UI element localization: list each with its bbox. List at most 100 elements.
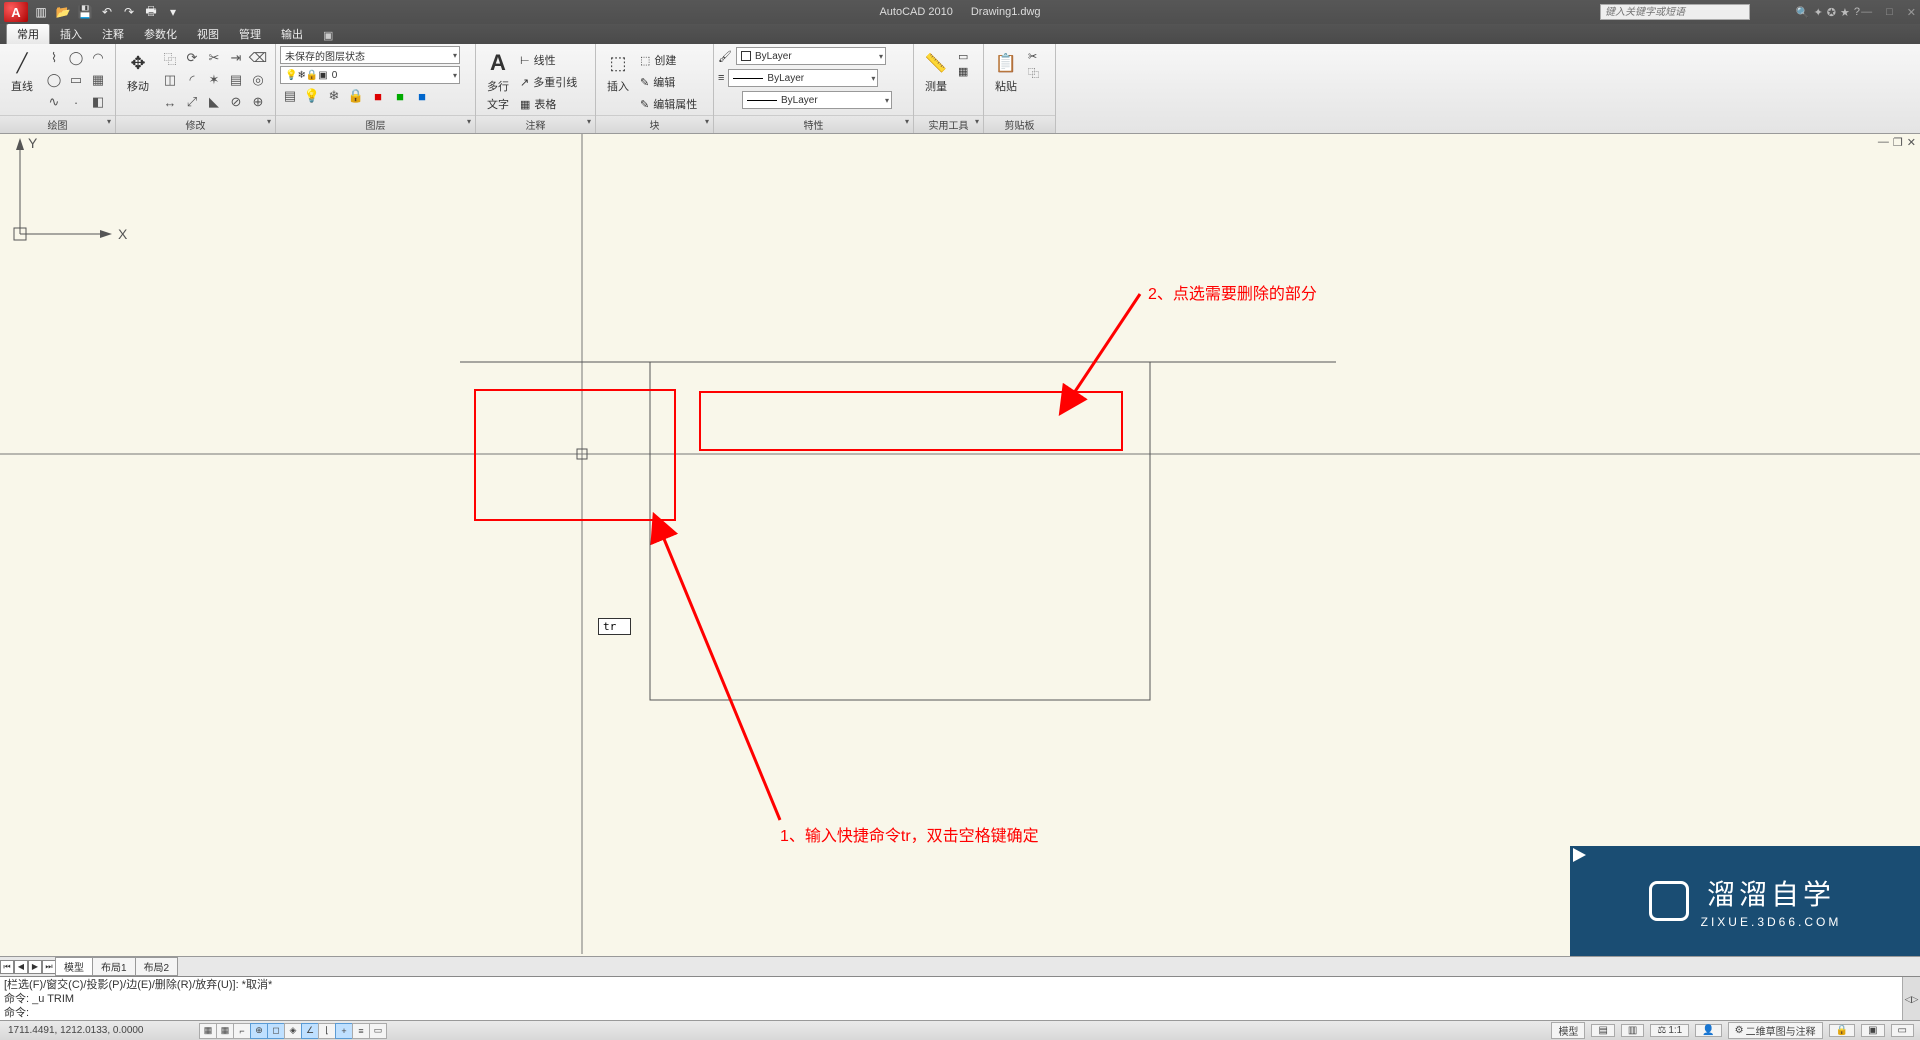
list-icon[interactable]: ≡ (718, 72, 724, 84)
mleader-button[interactable]: ↗多重引线 (520, 72, 577, 92)
search-input[interactable] (1600, 4, 1750, 20)
paste-button[interactable]: 📋 粘贴 (988, 46, 1024, 94)
close-button[interactable]: ✕ (1907, 6, 1916, 19)
subscription-icon[interactable]: ✪ (1827, 6, 1836, 19)
maximize-button[interactable]: □ (1886, 6, 1893, 19)
join-icon[interactable]: ⊕ (248, 92, 268, 112)
mirror-icon[interactable]: ◫ (160, 70, 180, 90)
favorites-icon[interactable]: ★ (1840, 6, 1850, 19)
layer-match-icon[interactable]: ■ (412, 86, 432, 106)
ducs-toggle[interactable]: ⌊ (318, 1023, 336, 1039)
layer-current-combo[interactable]: 💡❄🔒▣ 0 (280, 66, 460, 84)
clean-screen-icon[interactable]: ▭ (1891, 1024, 1914, 1037)
quickview-drawings-icon[interactable]: ▥ (1621, 1024, 1644, 1037)
copy-icon[interactable]: ⿻ (160, 48, 180, 68)
circle-icon[interactable]: ◯ (66, 48, 86, 68)
move-button[interactable]: ✥ 移动 (120, 46, 156, 94)
layer-props-icon[interactable]: ▤ (280, 86, 300, 106)
workspace-switch[interactable]: ⚙ 二维草图与注释 (1728, 1022, 1823, 1039)
save-icon[interactable]: 💾 (76, 3, 94, 21)
3dosnap-toggle[interactable]: ◈ (284, 1023, 302, 1039)
expand-icon[interactable]: ▾ (467, 117, 471, 126)
undo-icon[interactable]: ↶ (98, 3, 116, 21)
offset-icon[interactable]: ◎ (248, 70, 268, 90)
extend-icon[interactable]: ⇥ (226, 48, 246, 68)
ortho-toggle[interactable]: ⌐ (233, 1023, 251, 1039)
spline-icon[interactable]: ∿ (44, 92, 64, 112)
rotate-icon[interactable]: ⟳ (182, 48, 202, 68)
tab-insert[interactable]: 插入 (50, 24, 92, 44)
polyline-icon[interactable]: ⌇ (44, 48, 64, 68)
layer-state-combo[interactable]: 未保存的图层状态 (280, 46, 460, 64)
expand-icon[interactable]: ▾ (107, 117, 111, 126)
erase-icon[interactable]: ⌫ (248, 48, 268, 68)
qcalc-icon[interactable]: ▦ (958, 65, 968, 78)
layer-freeze-icon[interactable]: ❄ (324, 86, 344, 106)
fillet-icon[interactable]: ◜ (182, 70, 202, 90)
quickview-layouts-icon[interactable]: ▤ (1591, 1024, 1614, 1037)
lineweight-combo[interactable]: ByLayer (728, 69, 878, 87)
tab-expand-icon[interactable]: ▣ (313, 27, 343, 44)
layout-next-icon[interactable]: ▶ (28, 960, 42, 974)
matchprop-icon[interactable]: 🖌 (718, 50, 732, 63)
expand-icon[interactable]: ▾ (587, 117, 591, 126)
expand-icon[interactable]: ▾ (267, 117, 271, 126)
tab-view[interactable]: 视图 (187, 24, 229, 44)
app-menu-button[interactable]: A (4, 2, 28, 22)
insert-block-button[interactable]: ⬚ 插入 (600, 46, 636, 94)
rectangle-icon[interactable]: ▭ (66, 70, 86, 90)
layout-last-icon[interactable]: ⏭ (42, 960, 56, 974)
break-icon[interactable]: ⊘ (226, 92, 246, 112)
hardware-accel-icon[interactable]: ▣ (1861, 1024, 1884, 1037)
chamfer-icon[interactable]: ◣ (204, 92, 224, 112)
tab-annotate[interactable]: 注释 (92, 24, 134, 44)
layout-first-icon[interactable]: ⏮ (0, 960, 14, 974)
expand-icon[interactable]: ▾ (905, 117, 909, 126)
layer-color-icon[interactable]: ■ (368, 86, 388, 106)
dyn-toggle[interactable]: + (335, 1023, 353, 1039)
array-icon[interactable]: ▤ (226, 70, 246, 90)
osnap-toggle[interactable]: ◻ (267, 1023, 285, 1039)
comm-icon[interactable]: ✦ (1814, 6, 1823, 19)
block-edit-button[interactable]: ✎编辑 (640, 72, 697, 92)
region-icon[interactable]: ◧ (88, 92, 108, 112)
open-icon[interactable]: 📂 (54, 3, 72, 21)
tab-layout1[interactable]: 布局1 (92, 957, 136, 976)
command-window[interactable]: [栏选(F)/窗交(C)/投影(P)/边(E)/删除(R)/放弃(U)]: *取… (0, 976, 1920, 1020)
lwt-toggle[interactable]: ≡ (352, 1023, 370, 1039)
print-icon[interactable]: 🖶 (142, 3, 160, 21)
copy-clip-icon[interactable]: ⿻ (1028, 65, 1039, 81)
minimize-button[interactable]: — (1861, 6, 1872, 19)
trim-icon[interactable]: ✂ (204, 48, 224, 68)
arc-icon[interactable]: ◠ (88, 48, 108, 68)
tab-parametric[interactable]: 参数化 (134, 24, 187, 44)
qat-dropdown-icon[interactable]: ▾ (164, 3, 182, 21)
scale-icon[interactable]: ⤢ (182, 92, 202, 112)
expand-icon[interactable]: ▾ (975, 117, 979, 126)
new-icon[interactable]: ▥ (32, 3, 50, 21)
polar-toggle[interactable]: ⊕ (250, 1023, 268, 1039)
explode-icon[interactable]: ✶ (204, 70, 224, 90)
layer-lock-icon[interactable]: 🔒 (346, 86, 366, 106)
qp-toggle[interactable]: ▭ (369, 1023, 387, 1039)
expand-icon[interactable]: ▾ (705, 117, 709, 126)
search-icon[interactable]: 🔍 (1796, 6, 1810, 19)
color-combo[interactable]: ByLayer (736, 47, 886, 65)
drawing-area[interactable]: — ❐ ✕ tr 2、点选需要删除的部分 1、输入快捷命令tr，双击空格键确定 … (0, 134, 1920, 956)
tab-output[interactable]: 输出 (271, 24, 313, 44)
block-create-button[interactable]: ⬚创建 (640, 50, 697, 70)
tab-layout2[interactable]: 布局2 (135, 957, 179, 976)
table-button[interactable]: ▦表格 (520, 94, 577, 114)
tab-home[interactable]: 常用 (6, 23, 50, 44)
help-icon[interactable]: ? (1854, 6, 1860, 19)
anno-scale[interactable]: ⚖ 1:1 (1650, 1024, 1689, 1037)
linetype-combo[interactable]: ByLayer (742, 91, 892, 109)
hatch-icon[interactable]: ▦ (88, 70, 108, 90)
layer-on-icon[interactable]: 💡 (302, 86, 322, 106)
tab-manage[interactable]: 管理 (229, 24, 271, 44)
dim-linear-button[interactable]: ⊢线性 (520, 50, 577, 70)
anno-visibility-icon[interactable]: 👤 (1695, 1024, 1721, 1037)
measure-button[interactable]: 📏 测量 (918, 46, 954, 94)
toolbar-lock-icon[interactable]: 🔒 (1829, 1024, 1855, 1037)
stretch-icon[interactable]: ↔ (160, 92, 180, 112)
